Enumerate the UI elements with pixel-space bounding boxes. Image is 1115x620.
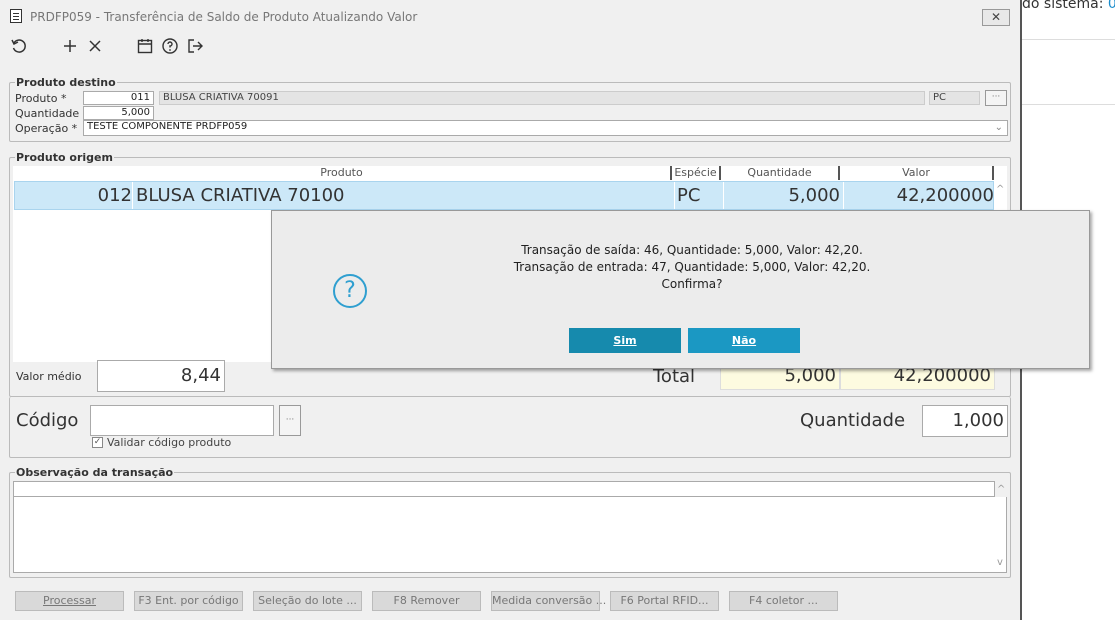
row-especie: PC bbox=[674, 182, 722, 209]
dialog-message: Transação de saída: 46, Quantidade: 5,00… bbox=[422, 242, 962, 293]
exit-icon[interactable] bbox=[185, 37, 205, 57]
help-icon[interactable] bbox=[160, 37, 180, 57]
window-close-button[interactable]: ✕ bbox=[982, 9, 1010, 26]
observacao-legend: Observação da transação bbox=[16, 466, 174, 479]
produto-origem-legend: Produto origem bbox=[16, 151, 113, 164]
add-icon[interactable] bbox=[60, 37, 80, 57]
scroll-up-icon[interactable]: ^ bbox=[997, 484, 1005, 495]
document-icon bbox=[10, 9, 22, 23]
sim-button[interactable]: Sim bbox=[569, 328, 681, 353]
chevron-down-icon: ⌄ bbox=[994, 122, 1003, 133]
confirm-dialog: ? Transação de saída: 46, Quantidade: 5,… bbox=[271, 210, 1090, 369]
valor-medio-field: 8,44 bbox=[97, 360, 225, 392]
column-header-quantidade[interactable]: Quantidade bbox=[721, 166, 840, 180]
background-divider bbox=[1022, 39, 1115, 40]
scroll-up-icon[interactable]: ^ bbox=[996, 184, 1004, 195]
column-header-especie[interactable]: Espécie bbox=[672, 166, 721, 180]
row-valor: 42,200000 bbox=[843, 182, 994, 209]
produto-description-field: BLUSA CRIATIVA 70091 bbox=[159, 91, 925, 105]
quantidade-codigo-input[interactable]: 1,000 bbox=[922, 405, 1008, 437]
background-divider bbox=[1022, 104, 1115, 105]
table-row[interactable]: 012 BLUSA CRIATIVA 70100 PC 5,000 42,200… bbox=[14, 181, 994, 210]
row-quantidade: 5,000 bbox=[723, 182, 840, 209]
validar-checkbox[interactable]: ✓ bbox=[92, 437, 103, 448]
close-icon[interactable] bbox=[85, 37, 105, 57]
produto-code-input[interactable]: 011 bbox=[83, 91, 154, 105]
f4-coletor-button[interactable]: F4 coletor ... bbox=[729, 591, 838, 611]
medida-conversao-button[interactable]: Medida conversão ... bbox=[491, 591, 606, 611]
nao-button[interactable]: Não bbox=[688, 328, 800, 353]
dialog-line-saida: Transação de saída: 46, Quantidade: 5,00… bbox=[521, 243, 863, 257]
selecao-lote-button[interactable]: Seleção do lote ... bbox=[253, 591, 362, 611]
quantidade-label: Quantidade * bbox=[15, 107, 89, 120]
produto-label: Produto * bbox=[15, 92, 67, 105]
operacao-label: Operação * bbox=[15, 122, 78, 135]
title-bar: PRDFP059 - Transferência de Saldo de Pro… bbox=[0, 0, 1020, 32]
f8-remover-button[interactable]: F8 Remover bbox=[372, 591, 481, 611]
observacao-textarea[interactable] bbox=[13, 497, 1007, 573]
column-header-produto[interactable]: Produto bbox=[13, 166, 672, 180]
row-codigo: 012 bbox=[15, 182, 133, 209]
dialog-line-confirma: Confirma? bbox=[661, 277, 723, 291]
produto-unit-field: PC bbox=[929, 91, 980, 105]
row-descricao: BLUSA CRIATIVA 70100 bbox=[136, 185, 345, 206]
calendar-icon[interactable] bbox=[135, 37, 155, 57]
codigo-label: Código bbox=[16, 410, 79, 431]
f3-ent-codigo-button[interactable]: F3 Ent. por código bbox=[134, 591, 243, 611]
question-icon: ? bbox=[333, 274, 367, 308]
total-label: Total bbox=[653, 366, 696, 387]
scroll-down-icon[interactable]: v bbox=[997, 557, 1003, 568]
refresh-icon[interactable] bbox=[9, 37, 29, 57]
quantidade-codigo-label: Quantidade bbox=[800, 410, 906, 431]
produto-lookup-button[interactable]: ··· bbox=[985, 90, 1007, 106]
codigo-lookup-button[interactable]: ··· bbox=[279, 405, 301, 436]
toolbar bbox=[0, 34, 1020, 60]
processar-button[interactable]: Processar bbox=[15, 591, 124, 611]
column-header-valor[interactable]: Valor bbox=[840, 166, 994, 180]
f6-portal-rfid-button[interactable]: F6 Portal RFID... bbox=[610, 591, 719, 611]
codigo-input[interactable] bbox=[90, 405, 274, 436]
background-text: do sistema: 0. bbox=[1022, 0, 1115, 12]
observacao-line[interactable] bbox=[13, 481, 995, 497]
valor-medio-label: Valor médio bbox=[16, 370, 82, 383]
quantidade-input[interactable]: 5,000 bbox=[83, 106, 154, 120]
dialog-line-entrada: Transação de entrada: 47, Quantidade: 5,… bbox=[513, 260, 871, 274]
operacao-select[interactable]: TESTE COMPONENTE PRDFP059 ⌄ bbox=[83, 120, 1008, 136]
validar-label[interactable]: Validar código produto bbox=[107, 436, 231, 449]
window-title: PRDFP059 - Transferência de Saldo de Pro… bbox=[30, 10, 418, 24]
produto-destino-legend: Produto destino bbox=[16, 76, 116, 89]
